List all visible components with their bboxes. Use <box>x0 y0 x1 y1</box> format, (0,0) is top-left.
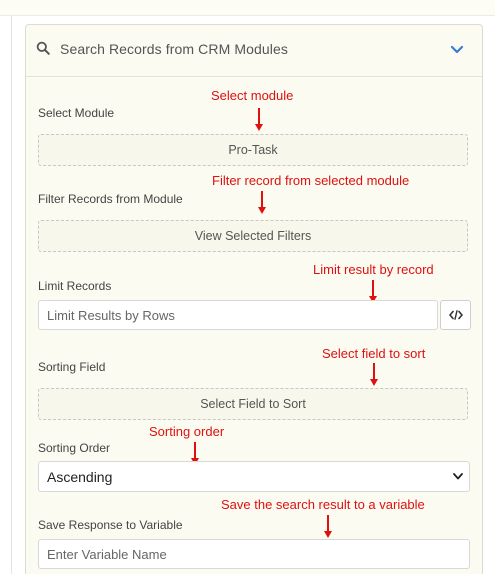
sorting-field-label: Sorting Field <box>38 360 106 374</box>
panel-header[interactable]: Search Records from CRM Modules <box>26 25 482 77</box>
select-module-label: Select Module <box>38 106 115 120</box>
limit-records-input[interactable] <box>38 300 438 330</box>
select-module-button[interactable]: Pro-Task <box>38 134 468 166</box>
view-filters-button[interactable]: View Selected Filters <box>38 220 468 252</box>
save-response-label: Save Response to Variable <box>38 518 183 532</box>
select-sort-field-button[interactable]: Select Field to Sort <box>38 388 468 420</box>
variable-name-input[interactable] <box>38 539 470 569</box>
sorting-order-value: Ascending <box>47 468 113 485</box>
annotation-sort-order: Sorting order <box>149 424 225 439</box>
annotation-arrow <box>324 515 332 538</box>
search-icon <box>36 41 50 55</box>
left-divider <box>11 16 12 574</box>
annotation-filter: Filter record from selected module <box>212 173 410 188</box>
top-strip <box>0 0 495 16</box>
panel-title: Search Records from CRM Modules <box>60 41 288 57</box>
annotation-arrow <box>370 363 378 386</box>
code-toggle-button[interactable] <box>440 300 471 330</box>
sorting-order-select[interactable]: Ascending <box>38 461 470 492</box>
chevron-down-icon[interactable] <box>450 45 464 55</box>
sorting-order-label: Sorting Order <box>38 441 111 455</box>
annotation-select-module: Select module <box>211 88 294 103</box>
code-icon <box>448 310 463 320</box>
limit-records-label: Limit Records <box>38 279 112 293</box>
annotation-save: Save the search result to a variable <box>221 497 425 512</box>
chevron-down-icon <box>453 473 463 480</box>
annotation-arrow <box>255 108 263 131</box>
annotation-sort-field: Select field to sort <box>322 346 426 361</box>
filter-records-label: Filter Records from Module <box>38 192 183 206</box>
annotation-limit: Limit result by record <box>313 262 434 277</box>
annotation-arrow <box>258 191 266 214</box>
